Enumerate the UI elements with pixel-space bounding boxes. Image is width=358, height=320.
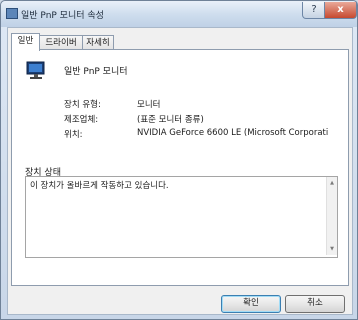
status-scrollbar[interactable]: ▲ ▼ xyxy=(326,177,337,255)
device-type-label: 장치 유형: xyxy=(64,100,101,110)
ok-button[interactable]: 확인 xyxy=(221,295,281,313)
manufacturer-value: (표준 모니터 종류) xyxy=(137,115,204,125)
manufacturer-label: 제조업체: xyxy=(64,115,99,125)
window-title: 일반 PnP 모니터 속성 xyxy=(21,11,104,21)
dialog-client: 일반 드라이버 자세히 일반 PnP 모니터 장치 유형: 모니터 제조업체: … xyxy=(7,27,353,315)
device-type-value: 모니터 xyxy=(137,100,161,110)
general-panel: 일반 PnP 모니터 장치 유형: 모니터 제조업체: (표준 모니터 종류) … xyxy=(11,49,349,286)
location-value: NVIDIA GeForce 6600 LE (Microsoft Corpor… xyxy=(137,128,329,138)
scroll-down-icon[interactable]: ▼ xyxy=(328,245,336,253)
monitor-icon xyxy=(25,60,47,82)
device-status-text: 이 장치가 올바르게 작동하고 있습니다. xyxy=(30,181,169,191)
location-label: 위치: xyxy=(64,130,83,140)
help-button[interactable]: ? xyxy=(302,2,326,19)
tab-general[interactable]: 일반 xyxy=(11,33,40,51)
device-name: 일반 PnP 모니터 xyxy=(64,67,128,77)
tab-driver[interactable]: 드라이버 xyxy=(39,35,83,50)
title-bar[interactable]: 일반 PnP 모니터 속성 ? x xyxy=(1,1,357,27)
window-icon xyxy=(6,8,18,19)
tab-details[interactable]: 자세히 xyxy=(82,35,114,50)
scroll-up-icon[interactable]: ▲ xyxy=(328,179,336,187)
cancel-button[interactable]: 취소 xyxy=(285,295,345,313)
device-status-box[interactable]: 이 장치가 올바르게 작동하고 있습니다. ▲ ▼ xyxy=(25,176,338,258)
properties-window: 일반 PnP 모니터 속성 ? x 일반 드라이버 자세히 일반 PnP 모니터… xyxy=(0,0,358,320)
close-button[interactable]: x xyxy=(324,2,357,19)
